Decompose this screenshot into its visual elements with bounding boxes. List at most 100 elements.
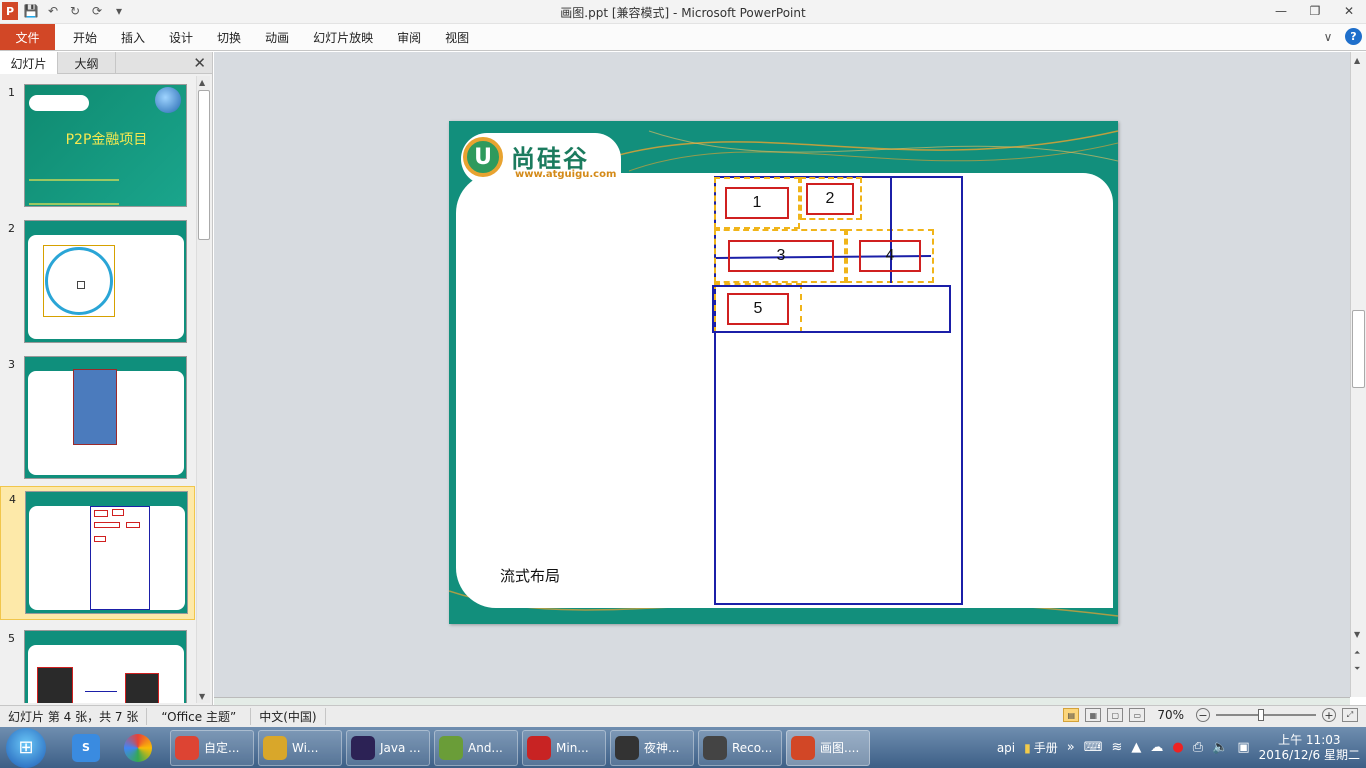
tray-api-label[interactable]: api <box>997 741 1015 755</box>
slide-thumbnail-1[interactable]: 1 P2P金融项目 <box>0 80 195 208</box>
title-bar: P 💾 ↶ ↻ ⟳ ▾ 画图.ppt [兼容模式] - Microsoft Po… <box>0 0 1366 24</box>
tab-insert[interactable]: 插入 <box>109 29 157 46</box>
close-pane-icon[interactable]: ✕ <box>193 54 206 72</box>
clock[interactable]: 上午 11:03 2016/12/6 星期二 <box>1259 733 1360 763</box>
photos-icon[interactable] <box>112 729 164 767</box>
show-hidden-icons-icon[interactable]: ▲ <box>1131 740 1141 755</box>
record-icon[interactable]: ● <box>1172 740 1183 755</box>
zoom-out-button[interactable]: − <box>1196 708 1210 722</box>
slide-title-thumb: P2P金融项目 <box>65 132 148 148</box>
collapse-ribbon-icon[interactable]: ∨ <box>1319 28 1337 46</box>
tab-transitions[interactable]: 切换 <box>205 29 253 46</box>
taskbar-button-mindmanager[interactable]: Min... <box>522 729 606 766</box>
taskbar-label: And... <box>468 740 503 755</box>
android-studio-icon <box>439 735 463 760</box>
zoom-in-button[interactable]: + <box>1322 708 1336 722</box>
taskbar-button-powerpoint[interactable]: 画图.... <box>786 729 870 766</box>
taskbar-button-explorer[interactable]: Wi... <box>258 729 342 766</box>
zoom-level[interactable]: 70% <box>1157 708 1184 722</box>
globe-icon <box>155 87 181 113</box>
box-5[interactable]: 5 <box>727 293 789 325</box>
slide-number: 5 <box>8 632 15 645</box>
zoom-slider-knob[interactable] <box>1258 709 1264 721</box>
status-bar: 幻灯片 第 4 张，共 7 张 “Office 主题” 中文(中国) ▤ ▦ ▢… <box>0 705 1366 727</box>
slide-number: 4 <box>9 493 16 506</box>
system-tray: api ▮ 手册 » ⌨ ≋ ▲ ☁ ● ⎙ 🔈 ▣ 上午 11:03 2016… <box>997 727 1366 768</box>
logo-thumb <box>29 95 89 111</box>
reading-view-icon[interactable]: ▢ <box>1107 708 1124 722</box>
volume-icon[interactable]: 🔈 <box>1212 740 1228 755</box>
thumbnail-scrollbar[interactable]: ▲ ▼ <box>196 76 210 703</box>
clock-date: 2016/12/6 星期二 <box>1258 747 1360 762</box>
current-slide[interactable]: U 尚硅谷 www.atguigu.com 1 2 3 4 5 流式布局 <box>449 121 1118 624</box>
logo: U 尚硅谷 www.atguigu.com <box>461 133 621 185</box>
scrollbar-thumb[interactable] <box>198 90 210 240</box>
slideshow-view-icon[interactable]: ▭ <box>1129 708 1146 722</box>
tab-view[interactable]: 视图 <box>433 29 481 46</box>
taskbar-button-chrome[interactable]: 自定... <box>170 729 254 766</box>
tray-manual-label[interactable]: 手册 <box>1034 739 1058 756</box>
tab-slides[interactable]: 幻灯片 <box>0 52 58 74</box>
folder-icon[interactable]: ▮ <box>1024 741 1031 755</box>
box-4[interactable]: 4 <box>859 240 921 272</box>
keyboard-icon[interactable]: ⌨ <box>1084 740 1103 755</box>
sogou-icon[interactable]: S <box>60 729 112 767</box>
scroll-up-icon[interactable]: ▲ <box>199 78 205 87</box>
taskbar-button-eclipse[interactable]: Java ... <box>346 729 430 766</box>
tab-design[interactable]: 设计 <box>157 29 205 46</box>
tab-slideshow[interactable]: 幻灯片放映 <box>301 29 385 46</box>
prev-slide-icon[interactable]: ⏶ <box>1354 648 1360 658</box>
slide-sorter-view-icon[interactable]: ▦ <box>1085 708 1102 722</box>
tab-animations[interactable]: 动画 <box>253 29 301 46</box>
usb-icon[interactable]: ⎙ <box>1193 740 1203 755</box>
start-button[interactable]: ⊞ <box>6 727 46 768</box>
eclipse-icon <box>351 735 375 760</box>
expand-toolbar-icon[interactable]: » <box>1067 740 1075 755</box>
slide-number: 2 <box>8 222 15 235</box>
normal-view-icon[interactable]: ▤ <box>1063 708 1080 722</box>
tab-home[interactable]: 开始 <box>61 29 109 46</box>
wifi-icon[interactable]: ≋ <box>1112 740 1123 755</box>
scroll-down-icon[interactable]: ▼ <box>1354 630 1360 639</box>
scroll-up-icon[interactable]: ▲ <box>1354 56 1360 65</box>
scrollbar-thumb[interactable] <box>1352 310 1365 388</box>
network-icon[interactable]: ▣ <box>1237 740 1249 755</box>
minimize-button[interactable]: — <box>1264 0 1298 22</box>
taskbar-button-android-studio[interactable]: And... <box>434 729 518 766</box>
zoom-slider[interactable] <box>1216 709 1316 721</box>
slide-caption[interactable]: 流式布局 <box>500 565 560 586</box>
slide-thumbnail-4[interactable]: 4 <box>0 486 195 620</box>
chrome-icon <box>175 735 199 760</box>
taskbar-button-nox[interactable]: 夜神... <box>610 729 694 766</box>
fit-to-window-icon[interactable]: ⤢ <box>1342 708 1358 722</box>
explorer-icon <box>263 735 287 760</box>
tab-review[interactable]: 审阅 <box>385 29 433 46</box>
slide-count[interactable]: 幻灯片 第 4 张，共 7 张 <box>0 708 148 725</box>
slide-preview <box>24 356 187 479</box>
taskbar: ⊞ S 自定... Wi... Java ... And... Min... 夜神... R… <box>0 727 1366 768</box>
taskbar-button-recorder[interactable]: Reco... <box>698 729 782 766</box>
slide-thumbnail-3[interactable]: 3 <box>0 352 195 480</box>
box-2[interactable]: 2 <box>806 183 854 215</box>
box-3[interactable]: 3 <box>728 240 834 272</box>
next-slide-icon[interactable]: ⏷ <box>1354 664 1360 674</box>
ribbon: 文件 开始 插入 设计 切换 动画 幻灯片放映 审阅 视图 ∨ ? <box>0 24 1366 51</box>
box-1[interactable]: 1 <box>725 187 789 219</box>
slide-number: 1 <box>8 86 15 99</box>
slide-thumbnail-2[interactable]: 2 <box>0 216 195 344</box>
maximize-button[interactable]: ❐ <box>1298 0 1332 22</box>
slide-thumbnail-5[interactable]: 5 <box>0 626 195 703</box>
tab-file[interactable]: 文件 <box>0 24 55 50</box>
tab-outline[interactable]: 大纲 <box>58 52 116 74</box>
weather-icon[interactable]: ☁ <box>1150 740 1163 755</box>
help-icon[interactable]: ? <box>1345 28 1362 45</box>
close-button[interactable]: ✕ <box>1332 0 1366 22</box>
scroll-down-icon[interactable]: ▼ <box>199 692 205 701</box>
taskbar-label: Min... <box>556 740 589 755</box>
notes-pane[interactable] <box>214 697 1350 705</box>
theme-name[interactable]: “Office 主题” <box>147 708 252 725</box>
editor-scrollbar[interactable]: ▲ ▼ ⏶ ⏷ <box>1350 52 1366 697</box>
taskbar-label: 自定... <box>204 741 240 755</box>
taskbar-label: Java ... <box>380 740 421 755</box>
language-indicator[interactable]: 中文(中国) <box>251 708 326 725</box>
